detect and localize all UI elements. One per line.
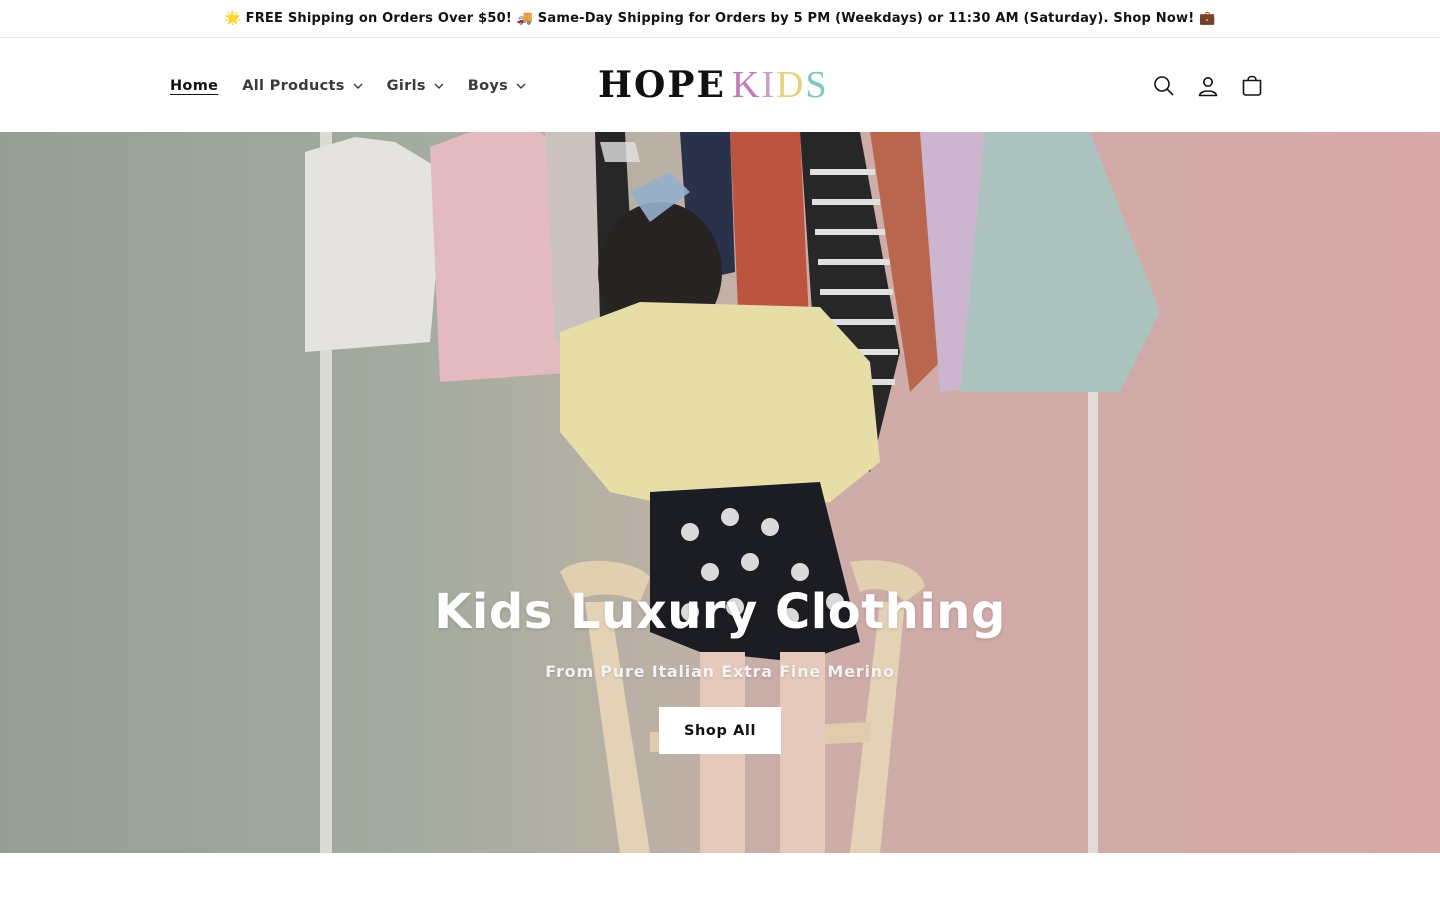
- nav-item-label: All Products: [242, 77, 345, 94]
- logo-letter-k: K: [731, 64, 762, 106]
- nav-item-home[interactable]: Home: [170, 78, 218, 94]
- chevron-down-icon: [516, 81, 526, 91]
- logo-word-kids: KIDS: [732, 63, 829, 107]
- nav-item-label: Home: [170, 77, 219, 94]
- announcement-bar[interactable]: 🌟 FREE Shipping on Orders Over $50! 🚚 Sa…: [0, 0, 1440, 38]
- nav-item-label: Boys: [467, 77, 509, 94]
- logo-letter-d: D: [776, 64, 806, 106]
- logo-letter-i: I: [761, 64, 776, 106]
- main-nav: Home All Products Girls Boys: [170, 39, 550, 132]
- search-icon[interactable]: [1148, 70, 1180, 102]
- nav-item-label: Girls: [386, 77, 426, 94]
- shop-all-button[interactable]: Shop All: [659, 707, 781, 754]
- site-header: Home All Products Girls Boys HOPE KIDS: [0, 39, 1440, 132]
- nav-item-all-products[interactable]: All Products: [242, 77, 363, 94]
- chevron-down-icon: [353, 81, 363, 91]
- hero-subtitle: From Pure Italian Extra Fine Merino: [545, 662, 895, 681]
- nav-item-girls[interactable]: Girls: [387, 78, 444, 94]
- cart-icon[interactable]: [1236, 70, 1268, 102]
- shop-all-button-label: Shop All: [683, 722, 757, 739]
- nav-item-boys[interactable]: Boys: [468, 78, 526, 94]
- logo-word-hope: HOPE: [598, 64, 726, 106]
- chevron-down-icon: [434, 81, 444, 91]
- account-icon[interactable]: [1192, 70, 1224, 102]
- hero-title: Kids Luxury Clothing: [434, 584, 1006, 640]
- site-logo[interactable]: HOPE KIDS: [598, 63, 829, 107]
- hero-banner: Kids Luxury Clothing From Pure Italian E…: [0, 132, 1440, 853]
- header-icons: [1148, 39, 1280, 132]
- hero-content: Kids Luxury Clothing From Pure Italian E…: [0, 584, 1440, 754]
- announcement-text[interactable]: 🌟 FREE Shipping on Orders Over $50! 🚚 Sa…: [225, 11, 1216, 26]
- logo-letter-s: S: [805, 64, 829, 106]
